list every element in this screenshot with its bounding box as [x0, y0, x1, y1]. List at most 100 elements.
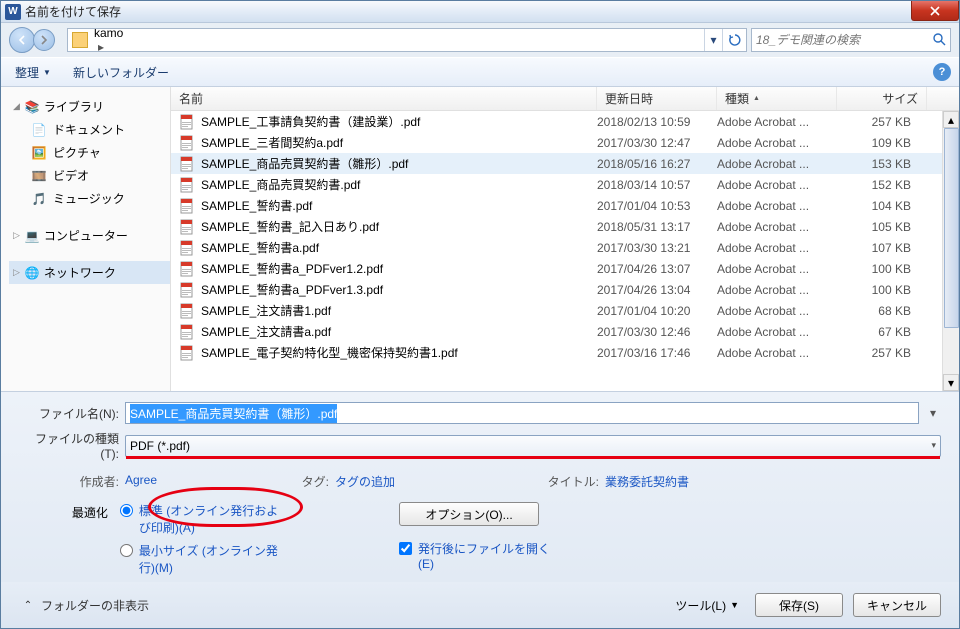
- file-size: 152 KB: [837, 178, 927, 192]
- vertical-scrollbar[interactable]: ▴ ▾: [942, 111, 959, 391]
- optimize-radio-group: 標準 (オンライン発行および印刷)(A) 最小サイズ (オンライン発行)(M): [114, 502, 279, 576]
- navigation-pane[interactable]: ◢ 📚 ライブラリ 📄ドキュメント 🖼️ピクチャ 🎞️ビデオ 🎵ミュージック ▷…: [1, 87, 171, 391]
- tools-label: ツール(L): [675, 597, 726, 614]
- file-list-pane: 名前 更新日時 種類▲ サイズ SAMPLE_工事請負契約書（建設業）.pdf2…: [171, 87, 959, 391]
- filename-dropdown-button[interactable]: ▾: [925, 406, 941, 420]
- file-name: SAMPLE_商品売買契約書（雛形）.pdf: [201, 155, 408, 172]
- radio-standard-input[interactable]: [120, 504, 133, 517]
- file-type: Adobe Acrobat ...: [717, 346, 837, 360]
- computer-icon: 💻: [24, 228, 40, 244]
- file-row[interactable]: SAMPLE_誓約書a.pdf2017/03/30 13:21Adobe Acr…: [171, 237, 959, 258]
- column-name[interactable]: 名前: [171, 87, 597, 110]
- organize-label: 整理: [15, 64, 39, 81]
- open-after-publish-input[interactable]: [399, 542, 412, 555]
- doc-title-value[interactable]: 業務委託契約書: [605, 473, 689, 490]
- file-date: 2018/05/16 16:27: [597, 157, 717, 171]
- filetype-row: ファイルの種類(T): PDF (*.pdf) ▾: [19, 430, 941, 461]
- help-button[interactable]: ?: [933, 63, 951, 81]
- nav-item-music[interactable]: 🎵ミュージック: [9, 187, 170, 210]
- column-date[interactable]: 更新日時: [597, 87, 717, 110]
- organize-menu[interactable]: 整理▼: [9, 62, 57, 83]
- pdf-file-icon: [179, 345, 195, 361]
- file-type: Adobe Acrobat ...: [717, 115, 837, 129]
- file-row[interactable]: SAMPLE_電子契約特化型_機密保持契約書1.pdf2017/03/16 17…: [171, 342, 959, 363]
- search-box[interactable]: [751, 28, 951, 52]
- open-after-publish-checkbox[interactable]: 発行後にファイルを開く(E): [399, 540, 558, 571]
- file-row[interactable]: SAMPLE_誓約書_記入日あり.pdf2018/05/31 13:17Adob…: [171, 216, 959, 237]
- breadcrumb-item[interactable]: kamo: [94, 28, 226, 40]
- filename-label: ファイル名(N):: [19, 405, 119, 422]
- radio-minimum-input[interactable]: [120, 544, 133, 557]
- column-headers[interactable]: 名前 更新日時 種類▲ サイズ: [171, 87, 959, 111]
- nav-item-videos[interactable]: 🎞️ビデオ: [9, 164, 170, 187]
- cancel-label: キャンセル: [867, 597, 927, 614]
- file-date: 2018/03/14 10:57: [597, 178, 717, 192]
- cancel-button[interactable]: キャンセル: [853, 593, 941, 617]
- file-row[interactable]: SAMPLE_商品売買契約書（雛形）.pdf2018/05/16 16:27Ad…: [171, 153, 959, 174]
- new-folder-label: 新しいフォルダー: [73, 64, 169, 81]
- pdf-file-icon: [179, 303, 195, 319]
- toolbar: 整理▼ 新しいフォルダー ?: [1, 57, 959, 87]
- radio-minimum[interactable]: 最小サイズ (オンライン発行)(M): [120, 542, 279, 576]
- file-date: 2017/03/16 17:46: [597, 346, 717, 360]
- close-button[interactable]: [911, 1, 959, 21]
- file-name: SAMPLE_工事請負契約書（建設業）.pdf: [201, 113, 420, 130]
- pdf-file-icon: [179, 114, 195, 130]
- address-bar: 電子契約サービス推進室▸専用▸kamo▸10_営業関連▸18_デモ関連▸ ▾: [1, 23, 959, 57]
- options-button[interactable]: オプション(O)...: [399, 502, 539, 526]
- file-row[interactable]: SAMPLE_商品売買契約書.pdf2018/03/14 10:57Adobe …: [171, 174, 959, 195]
- pdf-file-icon: [179, 261, 195, 277]
- file-row[interactable]: SAMPLE_誓約書.pdf2017/01/04 10:53Adobe Acro…: [171, 195, 959, 216]
- hide-folders-button[interactable]: ⌃ フォルダーの非表示: [19, 596, 149, 614]
- radio-standard[interactable]: 標準 (オンライン発行および印刷)(A): [120, 502, 279, 536]
- nav-forward-button[interactable]: [33, 29, 55, 51]
- tools-menu[interactable]: ツール(L) ▼: [669, 595, 745, 616]
- scroll-up-button[interactable]: ▴: [943, 111, 959, 128]
- file-type: Adobe Acrobat ...: [717, 304, 837, 318]
- save-button[interactable]: 保存(S): [755, 593, 843, 617]
- breadcrumb-path[interactable]: 電子契約サービス推進室▸専用▸kamo▸10_営業関連▸18_デモ関連▸ ▾: [67, 28, 747, 52]
- file-rows[interactable]: SAMPLE_工事請負契約書（建設業）.pdf2018/02/13 10:59A…: [171, 111, 959, 391]
- scroll-down-button[interactable]: ▾: [943, 374, 959, 391]
- file-type: Adobe Acrobat ...: [717, 241, 837, 255]
- file-size: 153 KB: [837, 157, 927, 171]
- column-size[interactable]: サイズ: [837, 87, 927, 110]
- pdf-file-icon: [179, 219, 195, 235]
- file-row[interactable]: SAMPLE_三者間契約a.pdf2017/03/30 12:47Adobe A…: [171, 132, 959, 153]
- author-label: 作成者:: [19, 473, 119, 490]
- filetype-combo[interactable]: PDF (*.pdf) ▾: [125, 435, 941, 457]
- bottom-panel: ファイル名(N): SAMPLE_商品売買契約書（雛形）.pdf ▾ ファイルの…: [1, 392, 959, 582]
- file-name: SAMPLE_誓約書a_PDFver1.3.pdf: [201, 281, 383, 298]
- nav-computer[interactable]: ▷ 💻 コンピューター: [9, 224, 170, 247]
- file-row[interactable]: SAMPLE_誓約書a_PDFver1.3.pdf2017/04/26 13:0…: [171, 279, 959, 300]
- file-row[interactable]: SAMPLE_注文請書1.pdf2017/01/04 10:20Adobe Ac…: [171, 300, 959, 321]
- path-dropdown-button[interactable]: ▾: [704, 28, 722, 52]
- file-size: 105 KB: [837, 220, 927, 234]
- nav-network[interactable]: ▷ 🌐 ネットワーク: [9, 261, 170, 284]
- open-after-publish-label: 発行後にファイルを開く(E): [418, 540, 558, 571]
- search-input[interactable]: [756, 33, 932, 47]
- nav-item-pictures[interactable]: 🖼️ピクチャ: [9, 141, 170, 164]
- file-row[interactable]: SAMPLE_注文請書a.pdf2017/03/30 12:46Adobe Ac…: [171, 321, 959, 342]
- file-name: SAMPLE_商品売買契約書.pdf: [201, 176, 360, 193]
- nav-back-button[interactable]: [9, 27, 35, 53]
- file-date: 2017/03/30 12:46: [597, 325, 717, 339]
- nav-computer-label: コンピューター: [44, 227, 128, 244]
- file-row[interactable]: SAMPLE_工事請負契約書（建設業）.pdf2018/02/13 10:59A…: [171, 111, 959, 132]
- file-row[interactable]: SAMPLE_誓約書a_PDFver1.2.pdf2017/04/26 13:0…: [171, 258, 959, 279]
- refresh-button[interactable]: [722, 28, 746, 52]
- file-size: 109 KB: [837, 136, 927, 150]
- file-name: SAMPLE_誓約書.pdf: [201, 197, 312, 214]
- author-value[interactable]: Agree: [125, 473, 157, 490]
- tag-value[interactable]: タグの追加: [335, 473, 395, 490]
- column-type[interactable]: 種類▲: [717, 87, 837, 110]
- new-folder-button[interactable]: 新しいフォルダー: [67, 62, 175, 83]
- network-icon: 🌐: [24, 265, 40, 281]
- nav-libraries[interactable]: ◢ 📚 ライブラリ: [9, 95, 170, 118]
- file-name: SAMPLE_三者間契約a.pdf: [201, 134, 343, 151]
- pdf-file-icon: [179, 198, 195, 214]
- close-icon: [930, 6, 940, 16]
- scroll-thumb[interactable]: [944, 128, 959, 328]
- filename-input[interactable]: SAMPLE_商品売買契約書（雛形）.pdf: [125, 402, 919, 424]
- nav-item-documents[interactable]: 📄ドキュメント: [9, 118, 170, 141]
